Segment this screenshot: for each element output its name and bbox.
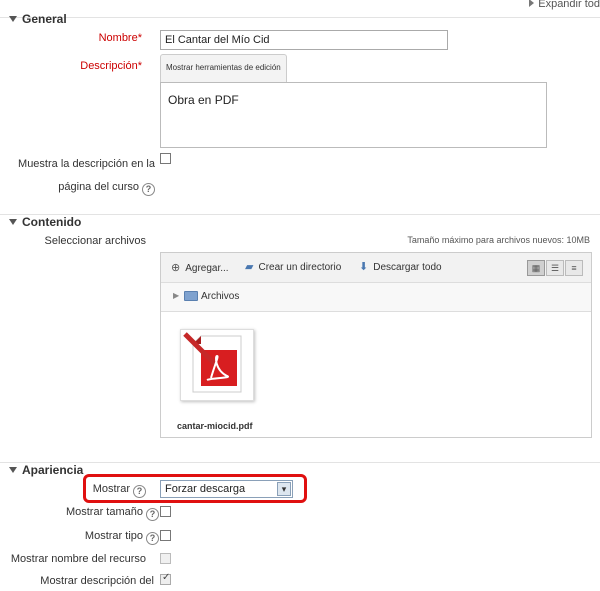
collapse-triangle-icon: [9, 219, 17, 225]
show-resource-name-checkbox[interactable]: [160, 553, 171, 564]
max-size-note: Tamaño máximo para archivos nuevos: 10MB: [407, 235, 590, 245]
path-folder-label[interactable]: Archivos: [201, 291, 239, 302]
show-type-checkbox[interactable]: [160, 530, 171, 541]
create-directory-button[interactable]: ▰ Crear un directorio: [245, 260, 341, 273]
show-description-resource-label: Mostrar descripción del: [40, 575, 154, 587]
add-file-icon: ⊕: [171, 262, 181, 274]
expand-all-label: Expandir tod: [538, 0, 600, 10]
section-divider: [0, 214, 600, 215]
show-description-label: Muestra la descripción en la página del …: [18, 158, 155, 196]
file-picker: ⊕ Agregar... ▰ Crear un directorio ⬇ Descar…: [160, 252, 592, 438]
show-resource-name-label: Mostrar nombre del recurso: [10, 553, 146, 565]
required-icon: *: [137, 32, 142, 44]
section-general-header[interactable]: General: [9, 12, 67, 26]
help-icon[interactable]: ?: [133, 485, 146, 498]
download-all-button[interactable]: ⬇ Descargar todo: [359, 260, 442, 273]
required-icon: *: [137, 60, 142, 72]
description-editor[interactable]: Obra en PDF: [160, 82, 547, 148]
show-type-label: Mostrar tipo?: [85, 530, 159, 545]
file-picker-path: ▶ Archivos: [161, 283, 591, 312]
display-label: Mostrar?: [93, 483, 146, 498]
pdf-file-icon[interactable]: [180, 329, 254, 401]
collapse-triangle-icon: [9, 16, 17, 22]
show-description-checkbox[interactable]: [160, 153, 171, 164]
view-icons-toggle[interactable]: ▦: [527, 260, 545, 276]
section-content-title: Contenido: [22, 215, 82, 229]
view-tree-toggle[interactable]: ≡: [565, 260, 583, 276]
show-size-checkbox[interactable]: [160, 506, 171, 517]
section-content-header[interactable]: Contenido: [9, 215, 81, 229]
description-label: Descripción*: [80, 60, 142, 72]
add-file-button[interactable]: ⊕ Agregar...: [171, 261, 229, 274]
folder-icon: [184, 291, 198, 301]
expand-triangle-icon: ▶: [173, 291, 180, 300]
section-divider: [0, 462, 600, 463]
download-arrow-icon: ⬇: [359, 261, 369, 273]
collapse-triangle-icon: [9, 467, 17, 473]
help-icon[interactable]: ?: [146, 508, 159, 521]
file-picker-toolbar: ⊕ Agregar... ▰ Crear un directorio ⬇ Descar…: [161, 253, 591, 283]
section-divider: [0, 17, 600, 18]
chevron-down-icon: ▾: [277, 482, 291, 496]
name-label: Nombre*: [98, 32, 142, 44]
name-input[interactable]: [160, 30, 448, 50]
section-appearance-header[interactable]: Apariencia: [9, 463, 83, 477]
display-select[interactable]: Forzar descarga ▾: [160, 480, 293, 498]
view-list-toggle[interactable]: ☰: [546, 260, 564, 276]
section-appearance-title: Apariencia: [22, 463, 84, 477]
help-icon[interactable]: ?: [146, 532, 159, 545]
expand-all-link[interactable]: Expandir tod: [529, 0, 600, 10]
show-size-label: Mostrar tamaño?: [66, 506, 159, 521]
file-name[interactable]: cantar-miocid.pdf: [177, 421, 253, 431]
triangle-right-icon: [529, 0, 535, 7]
select-files-label: Seleccionar archivos: [44, 235, 147, 247]
help-icon[interactable]: ?: [142, 183, 155, 196]
folder-add-icon: ▰: [245, 261, 254, 273]
section-general-title: General: [22, 12, 67, 26]
show-editor-tools-button[interactable]: Mostrar herramientas de edición: [160, 54, 287, 83]
show-description-resource-checkbox[interactable]: [160, 572, 171, 585]
